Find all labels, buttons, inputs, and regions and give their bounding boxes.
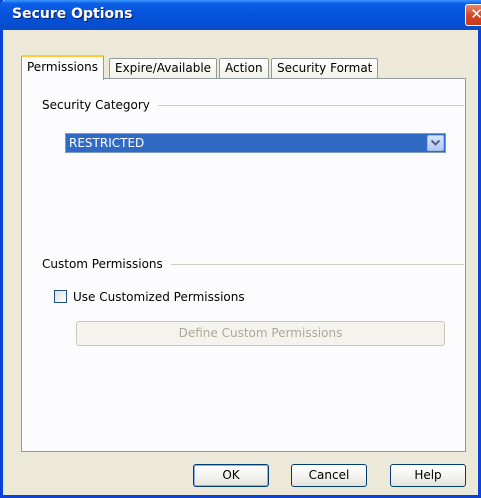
tab-permissions[interactable]: Permissions (21, 55, 104, 80)
cancel-button[interactable]: Cancel (291, 464, 367, 487)
close-icon[interactable]: ✕ (465, 4, 481, 26)
custom-permissions-label: Custom Permissions (42, 257, 171, 271)
security-category-select[interactable]: RESTRICTED (65, 133, 446, 153)
security-category-label: Security Category (42, 98, 158, 112)
tab-action[interactable]: Action (219, 58, 269, 79)
permissions-panel: Security Category RESTRICTED Custom Perm… (21, 78, 466, 452)
define-custom-permissions-button: Define Custom Permissions (76, 321, 445, 346)
use-customized-permissions-checkbox[interactable] (54, 290, 67, 303)
use-customized-permissions-label[interactable]: Use Customized Permissions (73, 290, 245, 304)
tab-security-format[interactable]: Security Format (271, 58, 379, 79)
title-bar[interactable]: Secure Options ✕ (0, 0, 481, 30)
tab-expire-available[interactable]: Expire/Available (109, 58, 218, 79)
secure-options-dialog: Secure Options ✕ Permissions Expire/Avai… (0, 0, 481, 498)
help-button[interactable]: Help (390, 464, 466, 487)
security-category-value: RESTRICTED (69, 136, 145, 150)
ok-button[interactable]: OK (193, 464, 269, 487)
window-title: Secure Options (12, 6, 133, 22)
chevron-down-icon[interactable] (427, 135, 444, 151)
